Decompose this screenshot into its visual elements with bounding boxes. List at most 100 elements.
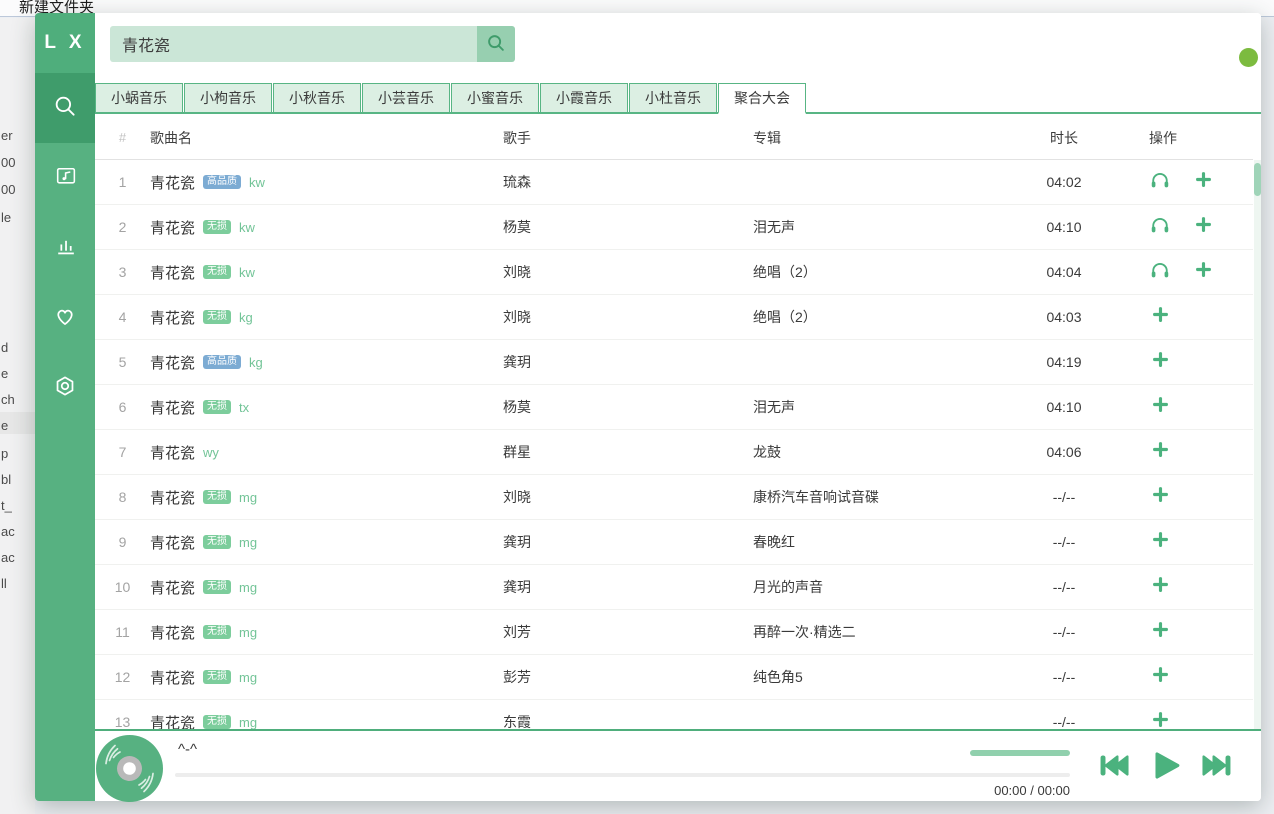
progress-bar[interactable] xyxy=(175,773,1070,777)
background-text-fragment: ac xyxy=(1,550,15,565)
sidebar-item-search[interactable] xyxy=(35,73,95,143)
header-duration: 时长 xyxy=(1018,128,1110,148)
duration: --/-- xyxy=(1018,624,1110,640)
add-song-button[interactable] xyxy=(1192,261,1214,283)
plus-icon xyxy=(1150,304,1171,330)
song-title: 青花瓷 xyxy=(150,667,195,688)
song-row[interactable]: 3 青花瓷 无损 kw 刘晓 绝唱（2） 04:04 xyxy=(95,250,1253,295)
song-row[interactable]: 6 青花瓷 无损 tx 杨莫 泪无声 04:10 xyxy=(95,385,1253,430)
quality-badge: 高品质 xyxy=(203,175,241,189)
album-disc-icon[interactable] xyxy=(96,735,163,802)
quality-badge: 无损 xyxy=(203,580,231,594)
add-song-button[interactable] xyxy=(1192,216,1214,238)
magnifier-icon xyxy=(485,32,507,57)
add-song-button[interactable] xyxy=(1149,441,1171,463)
source-tabbar: 小蜗音乐 小枸音乐 小秋音乐 小芸音乐 小蜜音乐 小霞音乐 小杜音乐 聚合大会 xyxy=(95,83,1261,114)
add-song-button[interactable] xyxy=(1149,486,1171,508)
row-index: 2 xyxy=(95,219,150,235)
song-row[interactable]: 5 青花瓷 高品质 kg 龚玥 04:19 xyxy=(95,340,1253,385)
singer-name: 刘晓 xyxy=(503,307,753,327)
app-window: L X xyxy=(35,13,1261,801)
source-tab[interactable]: 小蜜音乐 xyxy=(451,83,539,112)
album-name: 绝唱（2） xyxy=(753,307,1018,327)
singer-name: 龚玥 xyxy=(503,532,753,552)
source-tab[interactable]: 小芸音乐 xyxy=(362,83,450,112)
singer-name: 杨莫 xyxy=(503,397,753,417)
background-text-fragment: le xyxy=(1,210,11,225)
search-input[interactable] xyxy=(110,26,477,62)
album-name: 康桥汽车音响试音碟 xyxy=(753,487,1018,507)
add-song-button[interactable] xyxy=(1149,531,1171,553)
song-row[interactable]: 10 青花瓷 无损 mg 龚玥 月光的声音 --/-- xyxy=(95,565,1253,610)
source-tab[interactable]: 小杜音乐 xyxy=(629,83,717,112)
app-logo: L X xyxy=(35,13,95,73)
row-index: 4 xyxy=(95,309,150,325)
source-tab[interactable]: 聚合大会 xyxy=(718,83,806,114)
song-row[interactable]: 1 青花瓷 高品质 kw 琉森 04:02 xyxy=(95,160,1253,205)
plus-icon xyxy=(1193,259,1214,285)
volume-slider[interactable] xyxy=(970,750,1070,756)
add-song-button[interactable] xyxy=(1149,576,1171,598)
singer-name: 群星 xyxy=(503,442,753,462)
tab-label: 小霞音乐 xyxy=(556,88,612,108)
song-row[interactable]: 2 青花瓷 无损 kw 杨莫 泪无声 04:10 xyxy=(95,205,1253,250)
add-song-button[interactable] xyxy=(1149,621,1171,643)
row-index: 6 xyxy=(95,399,150,415)
background-text-fragment: 00 xyxy=(1,182,15,197)
album-name: 泪无声 xyxy=(753,217,1018,237)
source-tag: mg xyxy=(239,625,257,640)
add-song-button[interactable] xyxy=(1149,711,1171,729)
source-tag: tx xyxy=(239,400,249,415)
plus-icon xyxy=(1150,709,1171,729)
source-tab[interactable]: 小枸音乐 xyxy=(184,83,272,112)
song-row[interactable]: 8 青花瓷 无损 mg 刘晓 康桥汽车音响试音碟 --/-- xyxy=(95,475,1253,520)
table-scrollbar-track[interactable] xyxy=(1254,160,1261,729)
play-song-button[interactable] xyxy=(1149,171,1171,193)
next-button[interactable] xyxy=(1199,749,1236,786)
add-song-button[interactable] xyxy=(1149,396,1171,418)
song-row[interactable]: 4 青花瓷 无损 kg 刘晓 绝唱（2） 04:03 xyxy=(95,295,1253,340)
play-song-button[interactable] xyxy=(1149,216,1171,238)
sidebar-item-love[interactable] xyxy=(35,283,95,353)
sidebar-item-leaderboard[interactable] xyxy=(35,213,95,283)
song-row[interactable]: 12 青花瓷 无损 mg 彭芳 纯色角5 --/-- xyxy=(95,655,1253,700)
minimize-button[interactable] xyxy=(1239,48,1258,67)
table-scrollbar-thumb[interactable] xyxy=(1254,163,1261,196)
add-song-button[interactable] xyxy=(1192,171,1214,193)
duration: 04:10 xyxy=(1018,399,1110,415)
song-row[interactable]: 7 青花瓷 wy 群星 龙鼓 04:06 xyxy=(95,430,1253,475)
song-row[interactable]: 11 青花瓷 无损 mg 刘芳 再醉一次·精选二 --/-- xyxy=(95,610,1253,655)
duration: 04:02 xyxy=(1018,174,1110,190)
quality-badge: 高品质 xyxy=(203,355,241,369)
play-button[interactable] xyxy=(1147,749,1184,786)
song-row[interactable]: 13 青花瓷 无损 mg 东霞 --/-- xyxy=(95,700,1253,729)
add-song-button[interactable] xyxy=(1149,666,1171,688)
quality-badge: 无损 xyxy=(203,715,231,729)
song-row[interactable]: 9 青花瓷 无损 mg 龚玥 春晚红 --/-- xyxy=(95,520,1253,565)
album-name: 月光的声音 xyxy=(753,577,1018,597)
source-tag: mg xyxy=(239,715,257,730)
previous-button[interactable] xyxy=(1095,749,1132,786)
source-tag: kg xyxy=(249,355,263,370)
play-song-button[interactable] xyxy=(1149,261,1171,283)
previous-icon xyxy=(1095,747,1132,789)
background-window-edge: er0000ledechepblt_acacll xyxy=(0,18,35,814)
sidebar-item-settings[interactable] xyxy=(35,353,95,423)
tab-label: 小杜音乐 xyxy=(645,88,701,108)
song-title: 青花瓷 xyxy=(150,397,195,418)
source-tab[interactable]: 小蜗音乐 xyxy=(95,83,183,112)
duration: --/-- xyxy=(1018,579,1110,595)
sidebar-item-songlist[interactable] xyxy=(35,143,95,213)
source-tab[interactable]: 小秋音乐 xyxy=(273,83,361,112)
source-tab[interactable]: 小霞音乐 xyxy=(540,83,628,112)
source-tag: wy xyxy=(203,445,219,460)
singer-name: 刘晓 xyxy=(503,487,753,507)
add-song-button[interactable] xyxy=(1149,306,1171,328)
duration: --/-- xyxy=(1018,714,1110,729)
search-button[interactable] xyxy=(477,26,515,62)
heart-icon xyxy=(52,303,78,334)
add-song-button[interactable] xyxy=(1149,351,1171,373)
tab-label: 小芸音乐 xyxy=(378,88,434,108)
header-song-name: 歌曲名 xyxy=(150,128,503,148)
duration: 04:10 xyxy=(1018,219,1110,235)
